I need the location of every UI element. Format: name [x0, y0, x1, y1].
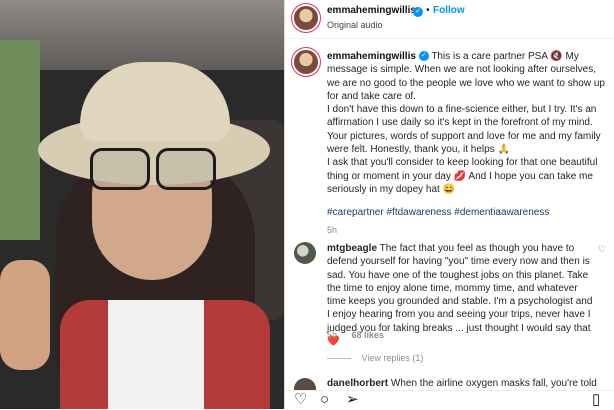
follow-button[interactable]: Follow	[433, 5, 465, 16]
commenter-username[interactable]: mtgbeagle	[327, 243, 377, 254]
audio-label[interactable]: Original audio	[327, 20, 383, 30]
comment-meta: 5h 68 likes	[327, 330, 384, 340]
verified-badge-icon: ✓	[418, 51, 429, 62]
author-username[interactable]: emmahemingwillis	[327, 5, 416, 16]
comment-text: The fact that you feel as though you hav…	[327, 243, 593, 334]
post-panel: emmahemingwillis ✓ • Follow Original aud…	[284, 0, 614, 410]
glasses	[90, 148, 216, 190]
caption-line-3: I ask that you'll consider to keep looki…	[327, 157, 598, 195]
view-replies-label: View replies (1)	[361, 353, 424, 363]
action-bar: ♡ ○ ➢ ▯	[285, 390, 614, 410]
replies-divider	[327, 358, 351, 360]
paper-plane-icon[interactable]: ➢	[346, 392, 359, 408]
thumbs-up-hand	[0, 260, 50, 370]
commenter-avatar[interactable]	[294, 242, 316, 264]
caption-line-2: I don't have this down to a fine-science…	[327, 104, 601, 156]
caption-avatar[interactable]	[294, 50, 318, 74]
comment-bubble-icon[interactable]: ○	[320, 392, 329, 408]
author-avatar[interactable]	[294, 6, 318, 30]
separator-dot: •	[426, 5, 430, 16]
bookmark-icon[interactable]: ▯	[592, 392, 600, 408]
next-commenter-avatar[interactable]	[294, 378, 316, 390]
caption-username[interactable]: emmahemingwillis	[327, 51, 416, 62]
view-replies-button[interactable]: View replies (1)	[327, 353, 423, 363]
heart-outline-icon[interactable]: ♡	[294, 392, 307, 408]
next-comment-text: When the airline oxygen masks fall, you'…	[390, 378, 597, 389]
caption-timestamp: 5h	[327, 224, 338, 235]
comment-like-heart-icon[interactable]: ♡	[598, 244, 606, 255]
comment-likes[interactable]: 68 likes	[352, 330, 385, 340]
verified-badge-icon: ✓	[413, 7, 423, 17]
video-player[interactable]	[0, 0, 284, 409]
comment-time: 5h	[327, 330, 338, 340]
next-commenter-username[interactable]: danelhorbert	[327, 378, 388, 389]
next-comment: danelhorbert When the airline oxygen mas…	[285, 376, 614, 390]
hashtags[interactable]: #carepartner #ftdawareness #dementiaawar…	[327, 206, 607, 219]
post-header: emmahemingwillis ✓ • Follow Original aud…	[285, 0, 614, 39]
